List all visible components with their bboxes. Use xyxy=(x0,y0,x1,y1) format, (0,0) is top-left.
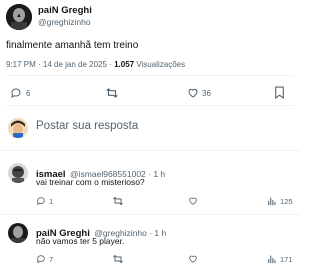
author-avatar[interactable]: ▲ xyxy=(6,4,32,30)
divider xyxy=(0,150,300,151)
tweet-timestamp[interactable]: 9:17 PM · 14 de jan de 2025 · xyxy=(6,60,114,69)
reply-icon[interactable] xyxy=(36,254,46,264)
reply-composer-input[interactable]: Postar sua resposta xyxy=(36,120,138,132)
reply-count: 1 xyxy=(49,197,54,206)
reply-icon[interactable] xyxy=(36,196,46,206)
retweet-icon[interactable] xyxy=(112,195,124,207)
views-count: 1.057 xyxy=(114,60,135,69)
reply-text: vai treinar com o misterioso? xyxy=(36,177,145,187)
like-icon[interactable] xyxy=(188,254,198,264)
reply-avatar[interactable] xyxy=(8,163,28,183)
author-display-name[interactable]: paiN Greghi xyxy=(38,5,92,16)
retweet-icon[interactable] xyxy=(112,253,124,265)
divider xyxy=(0,214,300,215)
like-count: 36 xyxy=(202,89,211,98)
user-avatar[interactable] xyxy=(8,118,28,138)
divider xyxy=(6,75,294,76)
divider xyxy=(6,105,294,106)
author-handle[interactable]: @greghizinho xyxy=(38,17,91,27)
reply-avatar[interactable] xyxy=(8,223,28,243)
like-icon[interactable] xyxy=(187,87,199,99)
views-icon[interactable] xyxy=(267,196,277,206)
views-icon[interactable] xyxy=(267,254,277,264)
bookmark-icon[interactable] xyxy=(274,86,285,99)
reply-icon[interactable] xyxy=(10,87,22,99)
tweet-text: finalmente amanhã tem treino xyxy=(6,40,139,51)
views-count: 171 xyxy=(280,255,293,264)
views-label: Visualizações xyxy=(134,60,186,69)
tweet-meta: 9:17 PM · 14 de jan de 2025 · 1.057 Visu… xyxy=(6,60,185,69)
reply-text: não vamos ter 5 player. xyxy=(36,236,125,246)
svg-text:▲: ▲ xyxy=(16,13,22,19)
views-count: 125 xyxy=(280,197,293,206)
reply-count: 6 xyxy=(26,89,31,98)
like-icon[interactable] xyxy=(188,196,198,206)
retweet-icon[interactable] xyxy=(105,86,119,100)
reply-count: 7 xyxy=(49,255,54,264)
